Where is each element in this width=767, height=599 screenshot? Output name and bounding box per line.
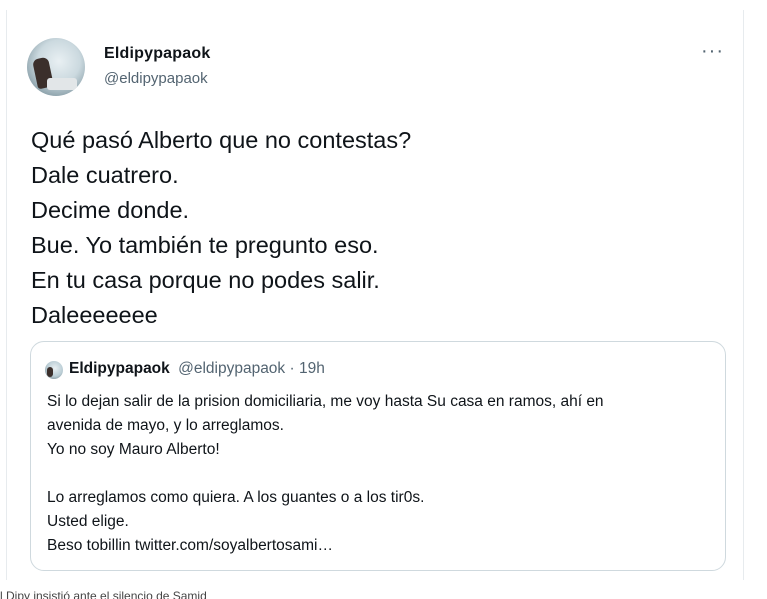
tweet-line: En tu casa porque no podes salir. [31, 267, 380, 293]
tweet-line: Dale cuatrero. [31, 162, 179, 188]
image-caption: l Dipy insistió ante el silencio de Sami… [0, 589, 207, 599]
quoted-line: Si lo dejan salir de la prision domicili… [47, 393, 604, 410]
quoted-text: Si lo dejan salir de la prision domicili… [47, 390, 604, 558]
quoted-avatar-figure [47, 367, 53, 377]
quoted-header: Eldipypapaok @eldipypapaok · 19h [69, 360, 325, 378]
tweet-line: Decime donde. [31, 197, 190, 223]
quoted-avatar [45, 361, 63, 379]
profile-avatar[interactable] [27, 38, 85, 96]
quoted-link-line[interactable]: Beso tobillin twitter.com/soyalbertosami… [47, 534, 604, 558]
author-handle[interactable]: @eldipypapaok [104, 70, 208, 87]
tweet-line: Qué pasó Alberto que no contestas? [31, 127, 412, 153]
tweet-card: Eldipypapaok @eldipypapaok ··· Qué pasó … [6, 10, 744, 580]
tweet-text: Qué pasó Alberto que no contestas? Dale … [31, 123, 411, 333]
author-name[interactable]: Eldipypapaok [104, 45, 210, 63]
quoted-author-name: Eldipypapaok [69, 360, 170, 377]
tweet-line: Daleeeeeee [31, 302, 158, 328]
more-options-icon[interactable]: ··· [701, 41, 724, 61]
quoted-line: avenida de mayo, y lo arreglamos. [47, 417, 284, 434]
quoted-line [47, 462, 604, 486]
quoted-line: Lo arreglamos como quiera. A los guantes… [47, 489, 425, 506]
quoted-handle-time: @eldipypapaok · 19h [178, 360, 325, 377]
quoted-line: Yo no soy Mauro Alberto! [47, 441, 220, 458]
quoted-line: Usted elige. [47, 513, 129, 530]
tweet-line: Bue. Yo también te pregunto eso. [31, 232, 379, 258]
avatar-detail [47, 78, 77, 90]
quoted-tweet[interactable]: Eldipypapaok @eldipypapaok · 19h Si lo d… [30, 341, 726, 571]
